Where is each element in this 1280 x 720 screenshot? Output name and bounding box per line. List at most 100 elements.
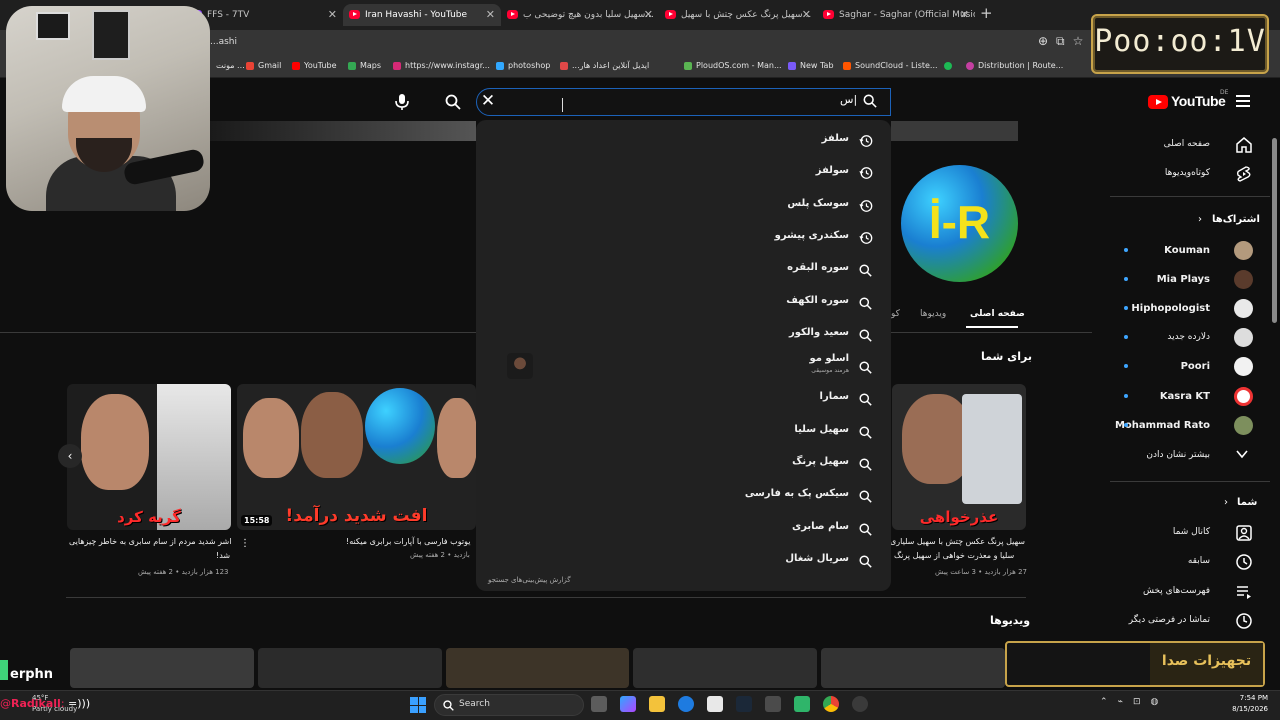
bookmark-gmail[interactable]: Gmail bbox=[246, 61, 281, 70]
sound-equipment-banner: تجهیزات صدا bbox=[1005, 641, 1265, 687]
sidebar-item-kasra-kt[interactable]: Kasra KT bbox=[1100, 384, 1270, 410]
subscriptions-heading[interactable]: اشتراک‌ها bbox=[1212, 214, 1260, 225]
store-icon[interactable] bbox=[707, 696, 723, 712]
suggestion-item[interactable]: سکندری پیشرو bbox=[476, 222, 891, 252]
suggestion-item[interactable]: سیکس پک به فارسی bbox=[476, 480, 891, 510]
voice-search-button[interactable] bbox=[386, 88, 418, 116]
suggestion-item[interactable]: سمارا bbox=[476, 383, 891, 413]
task-view-icon[interactable] bbox=[591, 696, 607, 712]
carousel-prev-button[interactable]: ‹ bbox=[58, 444, 82, 468]
tab-iran-havashi[interactable]: Iran Havashi - YouTube ✕ bbox=[343, 4, 501, 26]
suggestion-item[interactable]: اسلو مو هرمند موسیقی bbox=[476, 351, 891, 381]
clear-search-button[interactable]: ✕ bbox=[478, 90, 498, 112]
suggestion-item[interactable]: سوره البقره bbox=[476, 254, 891, 284]
suggestion-item[interactable]: سلفز bbox=[476, 125, 891, 155]
suggestion-item[interactable]: سوره الکهف bbox=[476, 287, 891, 317]
sidebar-item-watch-later[interactable]: تماشا در فرصتی دیگر bbox=[1100, 608, 1270, 634]
close-icon[interactable]: ✕ bbox=[328, 4, 337, 26]
tab-saghar[interactable]: Saghar - Saghar (Official Music... ✕ bbox=[817, 4, 975, 26]
tab-videos[interactable]: ویدیوها bbox=[920, 309, 946, 319]
sidebar-scrollbar[interactable] bbox=[1272, 138, 1277, 323]
chrome-icon[interactable] bbox=[823, 696, 839, 712]
sidebar-show-more[interactable]: بیشتر نشان دادن bbox=[1100, 443, 1270, 469]
sidebar-item-shorts[interactable]: کوتاه‌ویدیوها bbox=[1100, 161, 1270, 187]
bookmark-photoshop[interactable]: photoshop bbox=[496, 61, 550, 70]
bookmark-persian[interactable]: ...ایدیل آنلاین اعداد هار bbox=[560, 61, 649, 70]
video-thumbnail[interactable] bbox=[633, 648, 818, 688]
sidebar-item-kouman[interactable]: Kouman bbox=[1100, 238, 1270, 264]
video-title-line2[interactable]: سلیا و معذرت خواهی از سهیل پرنگ bbox=[894, 551, 1014, 560]
app-icon[interactable] bbox=[765, 696, 781, 712]
bookmark-distribution[interactable]: Distribution | Route... bbox=[966, 61, 1063, 70]
close-icon[interactable]: ✕ bbox=[486, 4, 495, 26]
tab-ffs[interactable]: FFS - 7TV ✕ bbox=[185, 4, 343, 26]
channel-avatar[interactable]: İ-R bbox=[901, 165, 1018, 282]
chevron-left-icon[interactable]: ‹ bbox=[1224, 497, 1228, 508]
search-input-value[interactable]: س| bbox=[840, 93, 857, 106]
more-options-icon[interactable]: ⋮ bbox=[240, 538, 250, 549]
edge-icon[interactable] bbox=[678, 696, 694, 712]
video-title[interactable]: اشر شدید مردم از سام سابری به خاطر چیزها… bbox=[69, 537, 231, 546]
close-icon[interactable]: ✕ bbox=[644, 4, 653, 26]
clock[interactable]: 7:54 PM 8/15/2026 bbox=[1218, 693, 1268, 715]
sidebar-item-mia-plays[interactable]: Mia Plays bbox=[1100, 267, 1270, 293]
report-predictions-link[interactable]: گزارش پیش‌بینی‌های جستجو bbox=[488, 576, 571, 584]
address-bar-icons[interactable]: ⊕⧉☆ bbox=[1038, 34, 1091, 49]
tab-home[interactable]: صفحه اصلی bbox=[970, 309, 1025, 319]
suggestion-item[interactable]: سهیل پرنگ bbox=[476, 448, 891, 478]
file-explorer-icon[interactable] bbox=[649, 696, 665, 712]
sidebar-item-home[interactable]: صفحه اصلی bbox=[1100, 132, 1270, 158]
video-thumbnail[interactable] bbox=[445, 648, 630, 688]
bookmark-ploudos[interactable]: PloudOS.com - Man... bbox=[684, 61, 782, 70]
system-tray[interactable]: ⌃⌁⊡◍ bbox=[1100, 697, 1168, 707]
tab-sohail-salia[interactable]: سهیل سلیا بدون هیچ توضیحی ب... ✕ bbox=[501, 4, 659, 26]
video-thumbnail[interactable]: گریه کرد bbox=[67, 384, 231, 530]
chevron-left-icon[interactable]: ‹ bbox=[1198, 214, 1202, 225]
video-thumbnail[interactable] bbox=[257, 648, 442, 688]
sidebar-item-mohammad-rato[interactable]: Mohammad Rato bbox=[1100, 413, 1270, 439]
menu-icon[interactable] bbox=[1236, 95, 1250, 107]
steam-icon[interactable] bbox=[736, 696, 752, 712]
close-icon[interactable]: ✕ bbox=[960, 4, 969, 26]
suggestion-item[interactable]: سوسک پلس bbox=[476, 190, 891, 220]
suggestion-item[interactable]: سهیل سلیا bbox=[476, 416, 891, 446]
video-thumbnail[interactable]: افت شدید درآمد! 15:58 bbox=[237, 384, 476, 530]
youtube-logo[interactable]: YouTube DE bbox=[1148, 89, 1228, 111]
bookmark-maps[interactable]: Maps bbox=[348, 61, 381, 70]
suggestion-item[interactable]: سام صابری bbox=[476, 513, 891, 543]
obs-icon[interactable] bbox=[852, 696, 868, 712]
url-text[interactable]: ...ashi bbox=[210, 37, 237, 47]
tab-shorts[interactable]: کو bbox=[891, 309, 900, 319]
new-tab-button[interactable]: + bbox=[980, 4, 993, 22]
suggestion-item[interactable]: سعید والکور bbox=[476, 319, 891, 349]
search-input[interactable] bbox=[476, 88, 891, 116]
video-title-line2[interactable]: شد! bbox=[216, 551, 230, 560]
close-icon[interactable]: ✕ bbox=[802, 4, 811, 26]
sidebar-item-delarde[interactable]: دلارده جدید bbox=[1100, 325, 1270, 351]
search-button[interactable] bbox=[436, 88, 470, 116]
suggestion-item[interactable]: سولفز bbox=[476, 157, 891, 187]
bookmark-youtube[interactable]: YouTube bbox=[292, 61, 337, 70]
suggestion-text: سوره الکهف bbox=[786, 294, 849, 306]
sidebar-item-playlists[interactable]: فهرست‌های پخش bbox=[1100, 579, 1270, 605]
video-title[interactable]: یوتوب فارسی با آپارات برابری میکنه! bbox=[346, 537, 470, 546]
video-thumbnail[interactable]: عذرخواهی bbox=[892, 384, 1026, 530]
video-thumbnail[interactable] bbox=[821, 648, 1005, 688]
bookmark-instagram[interactable]: https://www.instagr... bbox=[393, 61, 490, 70]
sidebar-item-your-channel[interactable]: کانال شما bbox=[1100, 520, 1270, 546]
you-heading[interactable]: شما bbox=[1237, 497, 1257, 508]
sidebar-item-hiphopologist[interactable]: Hiphopologist bbox=[1100, 296, 1270, 322]
app-icon[interactable] bbox=[794, 696, 810, 712]
sidebar-item-history[interactable]: سابقه bbox=[1100, 549, 1270, 575]
bookmark-1[interactable]: مونت ... bbox=[204, 61, 245, 70]
video-title[interactable]: سهیل پرنگ عکس چتش با سهیل سلیاری bbox=[890, 537, 1025, 546]
video-thumbnail[interactable] bbox=[70, 648, 254, 688]
suggestion-item[interactable]: سریال شغال bbox=[476, 545, 891, 575]
bookmark-soundcloud[interactable]: SoundCloud - Liste... bbox=[843, 61, 938, 70]
windows-start-icon[interactable] bbox=[410, 697, 426, 713]
sidebar-item-poori[interactable]: Poori bbox=[1100, 354, 1270, 380]
copilot-icon[interactable] bbox=[620, 696, 636, 712]
taskbar-search[interactable]: Search bbox=[434, 694, 584, 716]
bookmark-new-tab[interactable]: New Tab bbox=[788, 61, 834, 70]
tab-sohail-parang[interactable]: سهیل پرنگ عکس چتش با سهیل... ✕ bbox=[659, 4, 817, 26]
